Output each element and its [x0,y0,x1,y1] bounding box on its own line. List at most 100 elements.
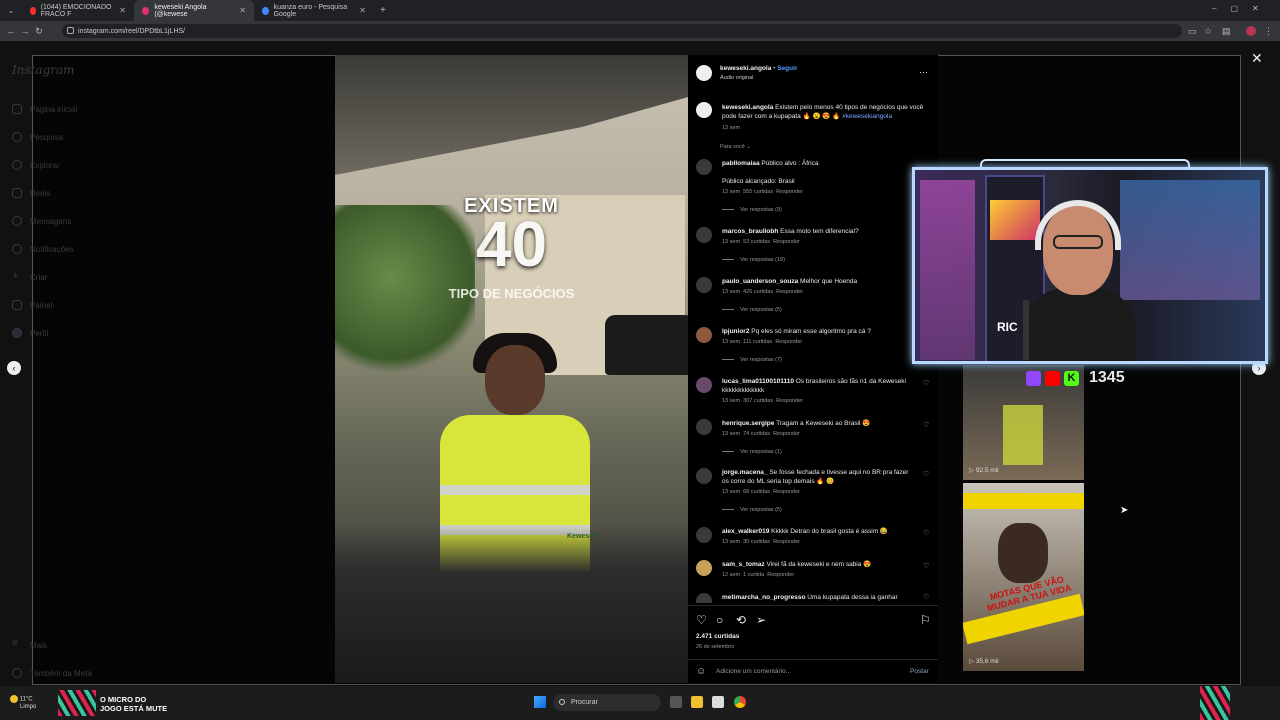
comment-likes[interactable]: 74 curtidas [743,431,770,437]
nav-meta[interactable]: Também da Meta [12,668,92,678]
file-explorer-icon[interactable] [691,696,703,708]
commenter-avatar[interactable] [696,560,712,576]
reply-button[interactable]: Responder [773,489,800,495]
windows-start-icon[interactable] [534,696,546,708]
repost-icon[interactable]: ⟲ [736,613,746,627]
nav-search[interactable]: Pesquisa [12,132,63,142]
commenter-avatar[interactable] [696,527,712,543]
comment-username[interactable]: jorge.macena_ [722,469,768,476]
nav-messages[interactable]: Mensagens [12,216,71,226]
site-info-icon[interactable] [67,27,74,34]
comment-username[interactable]: metimarcha_no_progresso [722,594,805,601]
comment-bubble-icon[interactable]: ○ [716,613,723,627]
post-comment-button[interactable]: Postar [910,668,929,675]
comment-username[interactable]: alex_walker019 [722,528,769,535]
extensions-icon[interactable]: ▤ [1222,26,1231,37]
comment-like-icon[interactable]: ♡ [923,379,929,387]
close-icon[interactable]: ✕ [119,6,126,15]
commenter-avatar[interactable] [696,468,712,484]
comment-likes[interactable]: 53 curtidas [743,239,770,245]
forward-icon[interactable]: → [18,26,32,36]
commenter-avatar[interactable] [696,593,712,603]
comment-username[interactable]: paulo_uanderson_souza [722,278,798,285]
chrome-icon[interactable] [734,696,746,708]
nav-reels[interactable]: Reels [12,188,50,198]
reply-button[interactable]: Responder [775,339,802,345]
nav-profile[interactable]: Perfil [12,328,48,338]
bookmark-star-icon[interactable]: ☆ [1204,26,1212,37]
author-avatar[interactable] [696,65,712,81]
nav-more[interactable]: ≡ Mais [12,639,47,650]
comment-username[interactable]: lpjunior2 [722,328,749,335]
close-reel-button[interactable]: ✕ [1251,50,1263,67]
audio-label[interactable]: Áudio original [720,75,753,81]
nav-home[interactable]: Página inicial [12,104,77,114]
weather-widget[interactable]: 11°C Limpo [10,695,36,711]
reel-video[interactable]: Keweseki EXISTEM 40 TIPO DE NEGÓCIOS [335,55,688,683]
comment-username[interactable]: henrique.sergipe [722,420,774,427]
emoji-icon[interactable]: ☺ [696,666,706,677]
view-replies-button[interactable]: Ver respostas (7) [722,357,782,363]
profile-avatar[interactable] [1246,26,1256,36]
caption-username[interactable]: keweseki.angola [722,104,773,111]
commenter-avatar[interactable] [696,227,712,243]
comment-like-icon[interactable]: ♡ [923,529,929,537]
nav-dashboard[interactable]: Painel [12,300,52,310]
url-field[interactable]: instagram.com/reel/DPDtbL1jLHS/ [62,24,1182,38]
back-icon[interactable]: ← [4,26,18,36]
comment-likes[interactable]: 68 curtidas [743,489,770,495]
nav-notifications[interactable]: Notificações [12,244,74,254]
tab-google[interactable]: kuanza euro - Pesquisa Google ✕ [254,0,374,21]
close-icon[interactable]: ✕ [359,6,366,15]
commenter-avatar[interactable] [696,419,712,435]
author-avatar[interactable] [696,102,712,118]
reply-button[interactable]: Responder [773,239,800,245]
comment-likes[interactable]: 111 curtidas [743,339,772,345]
view-replies-button[interactable]: Ver respostas (19) [722,257,785,263]
tab-instagram[interactable]: keweseki Angola (@kewese ✕ [134,0,254,21]
share-icon[interactable]: ➢ [756,613,766,627]
reply-button[interactable]: Responder [773,539,800,545]
comments-filter[interactable]: Para você ⌄ [720,144,751,150]
commenter-avatar[interactable] [696,327,712,343]
comment-input[interactable]: Adicione um comentário... [716,668,791,675]
save-bookmark-icon[interactable]: ⚐ [920,613,931,627]
commenter-avatar[interactable] [696,277,712,293]
view-replies-button[interactable]: Ver respostas (1) [722,449,782,455]
comment-like-icon[interactable]: ♡ [923,562,929,570]
comment-like-icon[interactable]: ♡ [923,593,929,601]
reply-button[interactable]: Responder [773,431,800,437]
comment-likes[interactable]: 1 curtida [743,572,764,578]
like-heart-icon[interactable]: ♡ [696,613,707,627]
comment-username[interactable]: lucas_lima01100101110 [722,378,794,385]
close-icon[interactable]: ✕ [239,6,246,15]
tab-youtube[interactable]: (1044) EMOCIONADO FRACO F ✕ [22,0,134,21]
commenter-avatar[interactable] [696,159,712,175]
comment-username[interactable]: sam_s_tomaz [722,561,765,568]
reply-button[interactable]: Responder [776,398,803,404]
reel-thumbnail[interactable]: MOTAS QUE VÃO MUDAR A TUA VIDA ▷ 35,6 mi… [963,483,1084,671]
comment-username[interactable]: marcos_brauliobh [722,228,778,235]
reply-button[interactable]: Responder [767,572,794,578]
comment-likes[interactable]: 30 curtidas [743,539,770,545]
store-icon[interactable] [712,696,724,708]
comment-likes[interactable]: 307 curtidas [743,398,773,404]
author-username[interactable]: keweseki.angola [720,65,771,72]
comment-username[interactable]: pabllomaiaa [722,160,760,167]
taskbar-search[interactable]: Procurar [553,694,661,711]
previous-arrow-icon[interactable]: ‹ [7,361,21,375]
menu-icon[interactable]: ⋮ [1264,26,1273,37]
nav-explore[interactable]: Explorar [12,160,60,170]
comment-like-icon[interactable]: ♡ [923,421,929,429]
tab-list-icon[interactable]: ⌄ [0,6,22,15]
instagram-logo[interactable]: Instagram [12,63,75,77]
comment-likes[interactable]: 555 curtidas [743,189,773,195]
likes-count[interactable]: 2.471 curtidas [696,633,739,640]
comment-likes[interactable]: 426 curtidas [743,289,773,295]
commenter-avatar[interactable] [696,377,712,393]
view-replies-button[interactable]: Ver respostas (5) [722,507,782,513]
comment-like-icon[interactable]: ♡ [923,470,929,478]
view-replies-button[interactable]: Ver respostas (5) [722,307,782,313]
nav-create[interactable]: + Criar [12,271,47,282]
task-view-icon[interactable] [670,696,682,708]
